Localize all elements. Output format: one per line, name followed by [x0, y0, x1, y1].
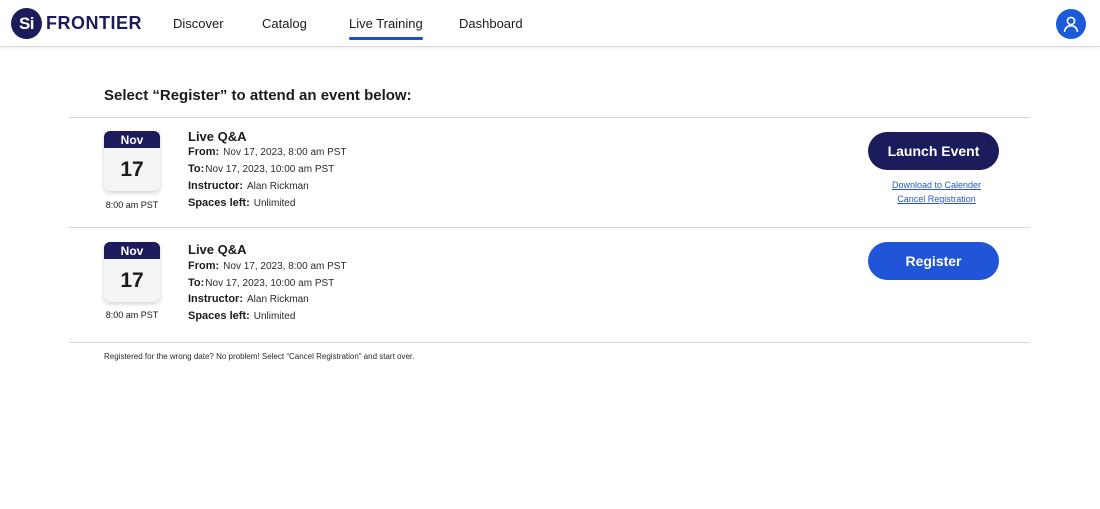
- nav-live-training[interactable]: Live Training: [349, 0, 423, 47]
- nav-catalog[interactable]: Catalog: [262, 0, 307, 47]
- event-start-time: 8:00 am PST: [105, 310, 159, 320]
- from-label: From:: [188, 146, 220, 158]
- spaces-value: Unlimited: [253, 198, 296, 209]
- instructor-label: Instructor:: [188, 293, 243, 305]
- divider: [69, 227, 1030, 228]
- to-label: To:: [188, 277, 205, 289]
- logo-mark: Si: [11, 8, 42, 39]
- event-start-time: 8:00 am PST: [105, 200, 159, 210]
- event-spaces: Spaces left: Unlimited: [188, 310, 295, 322]
- user-icon: [1063, 16, 1079, 32]
- spaces-label: Spaces left:: [188, 310, 250, 322]
- event-to: To:Nov 17, 2023, 10:00 am PST: [188, 163, 334, 175]
- event-instructor: Instructor: Alan Rickman: [188, 180, 309, 192]
- spaces-value: Unlimited: [253, 311, 296, 322]
- footnote: Registered for the wrong date? No proble…: [104, 352, 415, 361]
- calendar-day: 17: [120, 157, 144, 181]
- to-label: To:: [188, 163, 205, 175]
- divider: [69, 117, 1030, 118]
- instructor-value: Alan Rickman: [247, 294, 309, 305]
- from-value: Nov 17, 2023, 8:00 am PST: [223, 147, 347, 158]
- event-instructor: Instructor: Alan Rickman: [188, 293, 309, 305]
- from-value: Nov 17, 2023, 8:00 am PST: [223, 261, 347, 272]
- register-button[interactable]: Register: [868, 242, 999, 280]
- calendar-date-badge: Nov 17: [104, 242, 160, 302]
- to-value: Nov 17, 2023, 10:00 am PST: [205, 164, 335, 175]
- nav-dashboard[interactable]: Dashboard: [459, 0, 523, 47]
- event-from: From: Nov 17, 2023, 8:00 am PST: [188, 146, 347, 158]
- download-to-calendar-link[interactable]: Download to Calender: [868, 180, 1005, 190]
- calendar-date-badge: Nov 17: [104, 131, 160, 191]
- event-to: To:Nov 17, 2023, 10:00 am PST: [188, 277, 334, 289]
- event-spaces: Spaces left: Unlimited: [188, 197, 295, 209]
- divider: [69, 342, 1030, 343]
- top-navigation-bar: Si FRONTIER Discover Catalog Live Traini…: [0, 0, 1100, 47]
- frontier-logo[interactable]: Si FRONTIER: [11, 8, 142, 39]
- user-profile-button[interactable]: [1056, 9, 1086, 39]
- instructor-label: Instructor:: [188, 180, 243, 192]
- page-heading: Select “Register” to attend an event bel…: [104, 87, 412, 104]
- event-title: Live Q&A: [188, 242, 247, 257]
- instructor-value: Alan Rickman: [247, 181, 309, 192]
- logo-text: FRONTIER: [46, 13, 142, 33]
- calendar-month: Nov: [104, 131, 160, 148]
- launch-event-button[interactable]: Launch Event: [868, 132, 999, 170]
- spaces-label: Spaces left:: [188, 197, 250, 209]
- calendar-day: 17: [120, 268, 144, 292]
- to-value: Nov 17, 2023, 10:00 am PST: [205, 278, 335, 289]
- event-from: From: Nov 17, 2023, 8:00 am PST: [188, 260, 347, 272]
- calendar-month: Nov: [104, 242, 160, 259]
- cancel-registration-link[interactable]: Cancel Registration: [868, 194, 1005, 204]
- nav-discover[interactable]: Discover: [173, 0, 224, 47]
- from-label: From:: [188, 260, 220, 272]
- event-title: Live Q&A: [188, 129, 247, 144]
